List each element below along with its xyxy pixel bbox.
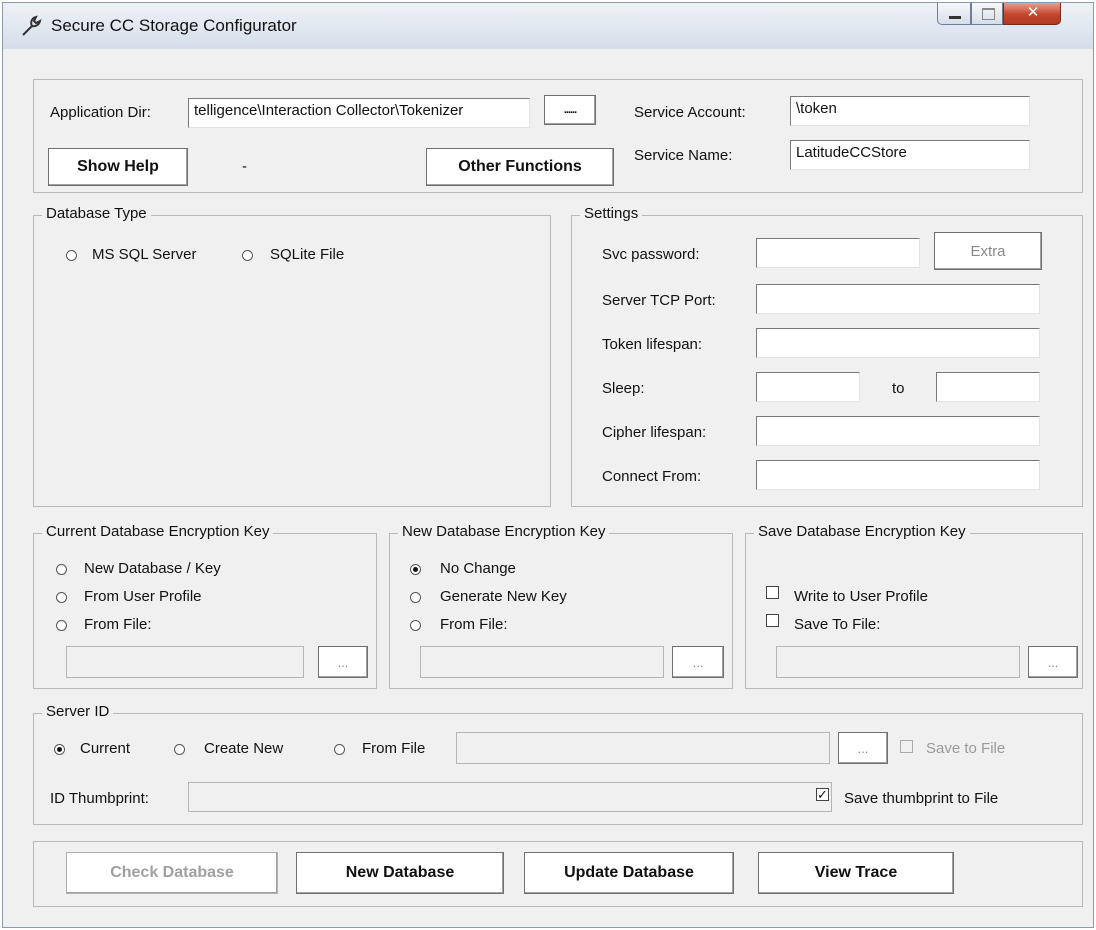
- id-thumbprint-label: ID Thumbprint:: [50, 790, 149, 807]
- server-id-group: Server ID Current Create New From File .…: [33, 703, 1083, 825]
- token-lifespan-label: Token lifespan:: [602, 336, 703, 353]
- id-thumbprint-input[interactable]: [188, 782, 832, 812]
- new-database-button[interactable]: New Database: [296, 852, 504, 894]
- service-account-input[interactable]: \token: [790, 96, 1030, 126]
- service-account-label: Service Account:: [634, 104, 746, 121]
- save-key-file-input[interactable]: [776, 646, 1020, 678]
- app-dir-input[interactable]: telligence\Interaction Collector\Tokeniz…: [188, 98, 530, 128]
- from-user-profile-label: From User Profile: [84, 588, 202, 605]
- server-id-save-to-file-checkbox[interactable]: [900, 740, 913, 753]
- sleep-label: Sleep:: [602, 380, 645, 397]
- current-key-file-input[interactable]: [66, 646, 304, 678]
- radio-server-from-file[interactable]: [334, 744, 345, 755]
- close-button[interactable]: ✕: [1003, 3, 1061, 25]
- new-key-file-input[interactable]: [420, 646, 664, 678]
- current-key-legend: Current Database Encryption Key: [42, 523, 274, 540]
- app-dir-label: Application Dir:: [50, 104, 151, 121]
- write-to-user-profile-label: Write to User Profile: [794, 588, 928, 605]
- new-key-group: New Database Encryption Key No Change Ge…: [389, 523, 733, 689]
- wrench-icon: [22, 15, 42, 36]
- database-type-group: Database Type MS SQL Server SQLite File: [33, 205, 551, 507]
- server-id-browse-button[interactable]: ...: [838, 732, 888, 764]
- settings-legend: Settings: [580, 205, 643, 222]
- new-key-legend: New Database Encryption Key: [398, 523, 610, 540]
- minimize-button[interactable]: [937, 3, 971, 25]
- cipher-lifespan-input[interactable]: [756, 416, 1040, 446]
- service-name-input[interactable]: LatitudeCCStore: [790, 140, 1030, 170]
- current-key-group: Current Database Encryption Key New Data…: [33, 523, 377, 689]
- maximize-button[interactable]: [971, 3, 1003, 25]
- application-group: Application Dir: telligence\Interaction …: [33, 79, 1083, 193]
- other-functions-button[interactable]: Other Functions: [426, 148, 614, 186]
- database-type-legend: Database Type: [42, 205, 151, 222]
- new-database-key-label: New Database / Key: [84, 560, 221, 577]
- save-thumbprint-checkbox[interactable]: ✓: [816, 788, 829, 801]
- cipher-lifespan-label: Cipher lifespan:: [602, 424, 707, 441]
- radio-sqlite-file[interactable]: [242, 250, 253, 261]
- radio-create-new[interactable]: [174, 744, 185, 755]
- main-window: Secure CC Storage Configurator ✕ Applica…: [2, 2, 1094, 928]
- save-key-group: Save Database Encryption Key Write to Us…: [745, 523, 1083, 689]
- save-key-browse-button[interactable]: ...: [1028, 646, 1078, 678]
- server-from-file-label: From File: [362, 740, 426, 757]
- current-from-file-label: From File:: [84, 616, 152, 633]
- app-dir-browse-button[interactable]: ......: [544, 95, 596, 125]
- server-id-file-input[interactable]: [456, 732, 830, 764]
- show-help-button[interactable]: Show Help: [48, 148, 188, 186]
- sleep-from-input[interactable]: [756, 372, 860, 402]
- radio-current[interactable]: [54, 744, 65, 755]
- minimize-icon: [949, 16, 961, 19]
- actions-group: Check Database New Database Update Datab…: [33, 841, 1083, 907]
- radio-new-from-file[interactable]: [410, 620, 421, 631]
- save-thumbprint-label: Save thumbprint to File: [844, 790, 999, 807]
- title-bar[interactable]: Secure CC Storage Configurator ✕: [3, 3, 1093, 49]
- radio-ms-sql-server[interactable]: [66, 250, 77, 261]
- extra-button[interactable]: Extra: [934, 232, 1042, 270]
- radio-new-database-key[interactable]: [56, 564, 67, 575]
- write-to-user-profile-checkbox[interactable]: [766, 586, 779, 599]
- save-to-file-checkbox[interactable]: [766, 614, 779, 627]
- radio-current-from-file[interactable]: [56, 620, 67, 631]
- ms-sql-server-label: MS SQL Server: [92, 246, 197, 263]
- new-key-browse-button[interactable]: ...: [672, 646, 724, 678]
- create-new-label: Create New: [204, 740, 284, 757]
- maximize-icon: [982, 8, 995, 20]
- connect-from-input[interactable]: [756, 460, 1040, 490]
- save-key-legend: Save Database Encryption Key: [754, 523, 970, 540]
- svc-password-label: Svc password:: [602, 246, 700, 263]
- token-lifespan-input[interactable]: [756, 328, 1040, 358]
- current-label: Current: [80, 740, 131, 757]
- current-key-browse-button[interactable]: ...: [318, 646, 368, 678]
- radio-from-user-profile[interactable]: [56, 592, 67, 603]
- close-icon: ✕: [1026, 4, 1040, 21]
- server-id-save-to-file-label: Save to File: [926, 740, 1006, 757]
- settings-group: Settings Svc password: Extra Server TCP …: [571, 205, 1083, 507]
- sleep-to-input[interactable]: [936, 372, 1040, 402]
- radio-generate-new-key[interactable]: [410, 592, 421, 603]
- sqlite-file-label: SQLite File: [270, 246, 345, 263]
- server-id-legend: Server ID: [42, 703, 114, 720]
- service-name-label: Service Name:: [634, 147, 733, 164]
- view-trace-button[interactable]: View Trace: [758, 852, 954, 894]
- connect-from-label: Connect From:: [602, 468, 702, 485]
- status-text: -: [242, 158, 247, 175]
- new-from-file-label: From File:: [440, 616, 508, 633]
- generate-new-key-label: Generate New Key: [440, 588, 567, 605]
- check-database-button[interactable]: Check Database: [66, 852, 278, 894]
- save-to-file-label: Save To File:: [794, 616, 881, 633]
- window-title: Secure CC Storage Configurator: [51, 16, 297, 35]
- server-tcp-port-input[interactable]: [756, 284, 1040, 314]
- update-database-button[interactable]: Update Database: [524, 852, 734, 894]
- svc-password-input[interactable]: [756, 238, 920, 268]
- sleep-to-label: to: [892, 380, 905, 397]
- no-change-label: No Change: [440, 560, 516, 577]
- radio-no-change[interactable]: [410, 564, 421, 575]
- server-tcp-port-label: Server TCP Port:: [602, 292, 716, 309]
